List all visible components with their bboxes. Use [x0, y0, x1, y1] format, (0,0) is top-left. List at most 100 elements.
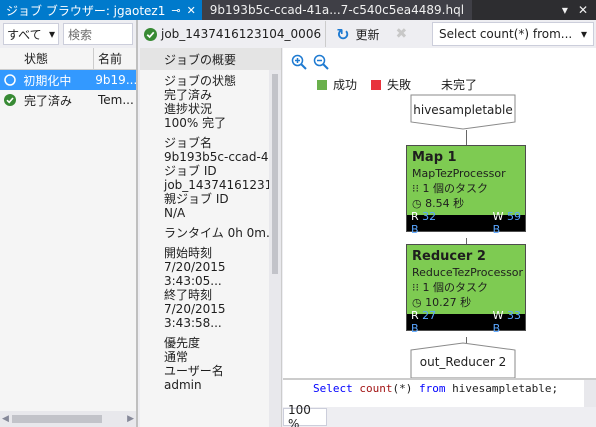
query-scrollbar[interactable]: [584, 380, 596, 407]
filter-row: すべて ▾ 検索: [0, 20, 136, 48]
vertex-title: Map 1: [412, 150, 457, 165]
tab-hql-file-label: 9b193b5c-ccad-41a...7-c540c5ea4489.hql: [209, 3, 465, 17]
vertex-time: 8.54 秒: [425, 197, 465, 210]
tab-hql-file[interactable]: 9b193b5c-ccad-41a...7-c540c5ea4489.hql: [201, 0, 473, 20]
job-list-header: 状態 名前: [0, 48, 136, 70]
vertex-map-1[interactable]: Map 1 MapTezProcessor ⁝⁝ 1 個のタスク ◷ 8.54 …: [406, 145, 526, 236]
close-icon[interactable]: ✕: [187, 4, 196, 17]
end-time-value: 7/20/2015 3:43:58...: [164, 302, 226, 330]
query-select-value: Select count(*) from...: [439, 27, 573, 41]
zoom-controls: [291, 54, 329, 74]
title-bar: ジョブ ブラウザー: jgaotez1 ⊸ ✕ 9b193b5c-ccad-41…: [0, 0, 596, 20]
job-list-pane: すべて ▾ 検索 状態 名前 初期化中 9b19... 完了済み Tem... …: [0, 20, 138, 427]
legend-label: 失敗: [387, 78, 412, 92]
legend-item-success: 成功: [317, 76, 357, 93]
task-icon: ⁝⁝: [412, 281, 423, 294]
tab-list-dropdown-icon[interactable]: ▾: [562, 3, 568, 17]
status-legend: 成功 失敗 未完了: [317, 76, 477, 93]
zoom-out-icon[interactable]: [313, 54, 329, 74]
job-row[interactable]: 完了済み Tem...: [0, 90, 136, 110]
zoom-level-value: 100 %: [288, 403, 311, 427]
job-name-label: ジョブ名: [164, 136, 213, 150]
runtime: ランタイム 0h 0m...: [164, 226, 278, 240]
progress-value: 100% 完了: [164, 116, 227, 130]
edge: [466, 130, 467, 146]
state-filter-select[interactable]: すべて ▾: [3, 23, 59, 45]
job-summary-pane: ジョブの概要 ジョブの状態 完了済み 進捗状況 100% 完了 ジョブ名 9b1…: [140, 48, 282, 427]
window-close-icon[interactable]: ✕: [578, 3, 588, 17]
input-table-label: hivesampletable: [413, 103, 512, 117]
input-table-node[interactable]: hivesampletable: [410, 94, 516, 130]
summary-body: ジョブの状態 完了済み 進捗状況 100% 完了 ジョブ名 9b193b5c-c…: [140, 70, 281, 392]
vertex-tasks: 1 個のタスク: [422, 281, 489, 294]
write-bytes: 59 B: [492, 210, 522, 236]
job-id-value: job_14374161231...: [164, 178, 282, 192]
current-job-id: job_1437416123104_0006: [161, 27, 322, 41]
legend-swatch: [425, 79, 436, 90]
status-value: 完了済み: [164, 88, 213, 102]
status-bar: 100 %: [283, 403, 596, 427]
priority-value: 通常: [164, 350, 189, 364]
read-bytes: 32 B: [411, 210, 437, 236]
vertex-processor: MapTezProcessor: [412, 167, 506, 180]
pin-icon[interactable]: ⊸: [171, 4, 180, 17]
refresh-button[interactable]: ↻ 更新: [326, 21, 389, 47]
parent-job-value: N/A: [164, 206, 186, 220]
summary-header: ジョブの概要: [140, 48, 281, 70]
circle-outline-icon: [0, 74, 19, 86]
vertex-io: R 32 B W 59 B: [407, 210, 525, 236]
zoom-in-icon[interactable]: [291, 54, 307, 74]
legend-swatch: [317, 79, 327, 90]
task-icon: ⁝⁝: [412, 182, 423, 195]
job-name-value: 9b193b5c-ccad-4...: [164, 150, 280, 164]
scroll-right-icon[interactable]: ▶: [127, 414, 134, 424]
user-label: ユーザー名: [164, 364, 224, 378]
summary-scrollbar[interactable]: [269, 70, 281, 427]
vertex-title: Reducer 2: [412, 249, 486, 264]
tab-job-browser[interactable]: ジョブ ブラウザー: jgaotez1 ⊸ ✕: [0, 0, 202, 20]
search-placeholder: 検索: [68, 27, 93, 42]
horizontal-scrollbar[interactable]: ◀ ▶: [0, 411, 136, 427]
legend-item-incomplete: 未完了: [425, 76, 477, 93]
zoom-level-select[interactable]: 100 %: [283, 403, 327, 427]
scrollbar-thumb[interactable]: [12, 415, 102, 423]
job-name: 9b19...: [95, 73, 136, 87]
job-state: 初期化中: [23, 73, 72, 88]
stop-icon[interactable]: ✖: [390, 26, 414, 42]
job-row[interactable]: 初期化中 9b19...: [0, 70, 136, 90]
check-circle-icon: [0, 94, 20, 106]
query-select[interactable]: Select count(*) from... ▾: [432, 22, 594, 46]
scrollbar-thumb[interactable]: [272, 74, 278, 274]
legend-swatch: [371, 79, 382, 90]
vertex-reducer-2[interactable]: Reducer 2 ReduceTezProcessor ⁝⁝ 1 個のタスク …: [406, 244, 526, 335]
vertex-time: 10.27 秒: [425, 296, 472, 309]
status-label: ジョブの状態: [164, 74, 237, 88]
legend-label: 成功: [333, 78, 358, 92]
column-header-name[interactable]: 名前: [94, 50, 122, 67]
job-toolbar: job_1437416123104_0006 ↻ 更新 ✖ Select cou…: [140, 20, 596, 48]
check-circle-icon: [144, 27, 157, 41]
start-time-value: 7/20/2015 3:43:05...: [164, 260, 226, 288]
scroll-left-icon[interactable]: ◀: [2, 414, 9, 424]
search-input[interactable]: 検索: [63, 23, 133, 45]
tab-job-browser-label: ジョブ ブラウザー: jgaotez1: [6, 3, 166, 18]
progress-label: 進捗状況: [164, 102, 213, 116]
output-node[interactable]: out_Reducer 2: [410, 342, 516, 378]
clock-icon: ◷: [412, 197, 426, 210]
legend-item-failed: 失敗: [371, 76, 411, 93]
end-time-label: 終了時刻: [164, 288, 213, 302]
priority-label: 優先度: [164, 336, 201, 350]
job-id-label: ジョブ ID: [164, 164, 217, 178]
current-job-indicator: job_1437416123104_0006: [140, 21, 327, 47]
query-args: (*): [392, 382, 413, 395]
parent-job-label: 親ジョブ ID: [164, 192, 229, 206]
state-filter-value: すべて: [7, 27, 42, 42]
job-name: Tem...: [98, 93, 134, 107]
vertex-io: R 27 B W 33 B: [407, 309, 525, 335]
query-text[interactable]: Select count(*) from hivesampletable;: [283, 378, 596, 407]
chevron-down-icon: ▾: [48, 27, 55, 41]
column-header-state[interactable]: 状態: [0, 48, 94, 69]
query-keyword: Select: [313, 382, 353, 395]
output-label: out_Reducer 2: [420, 355, 506, 369]
job-state: 完了済み: [24, 93, 73, 108]
